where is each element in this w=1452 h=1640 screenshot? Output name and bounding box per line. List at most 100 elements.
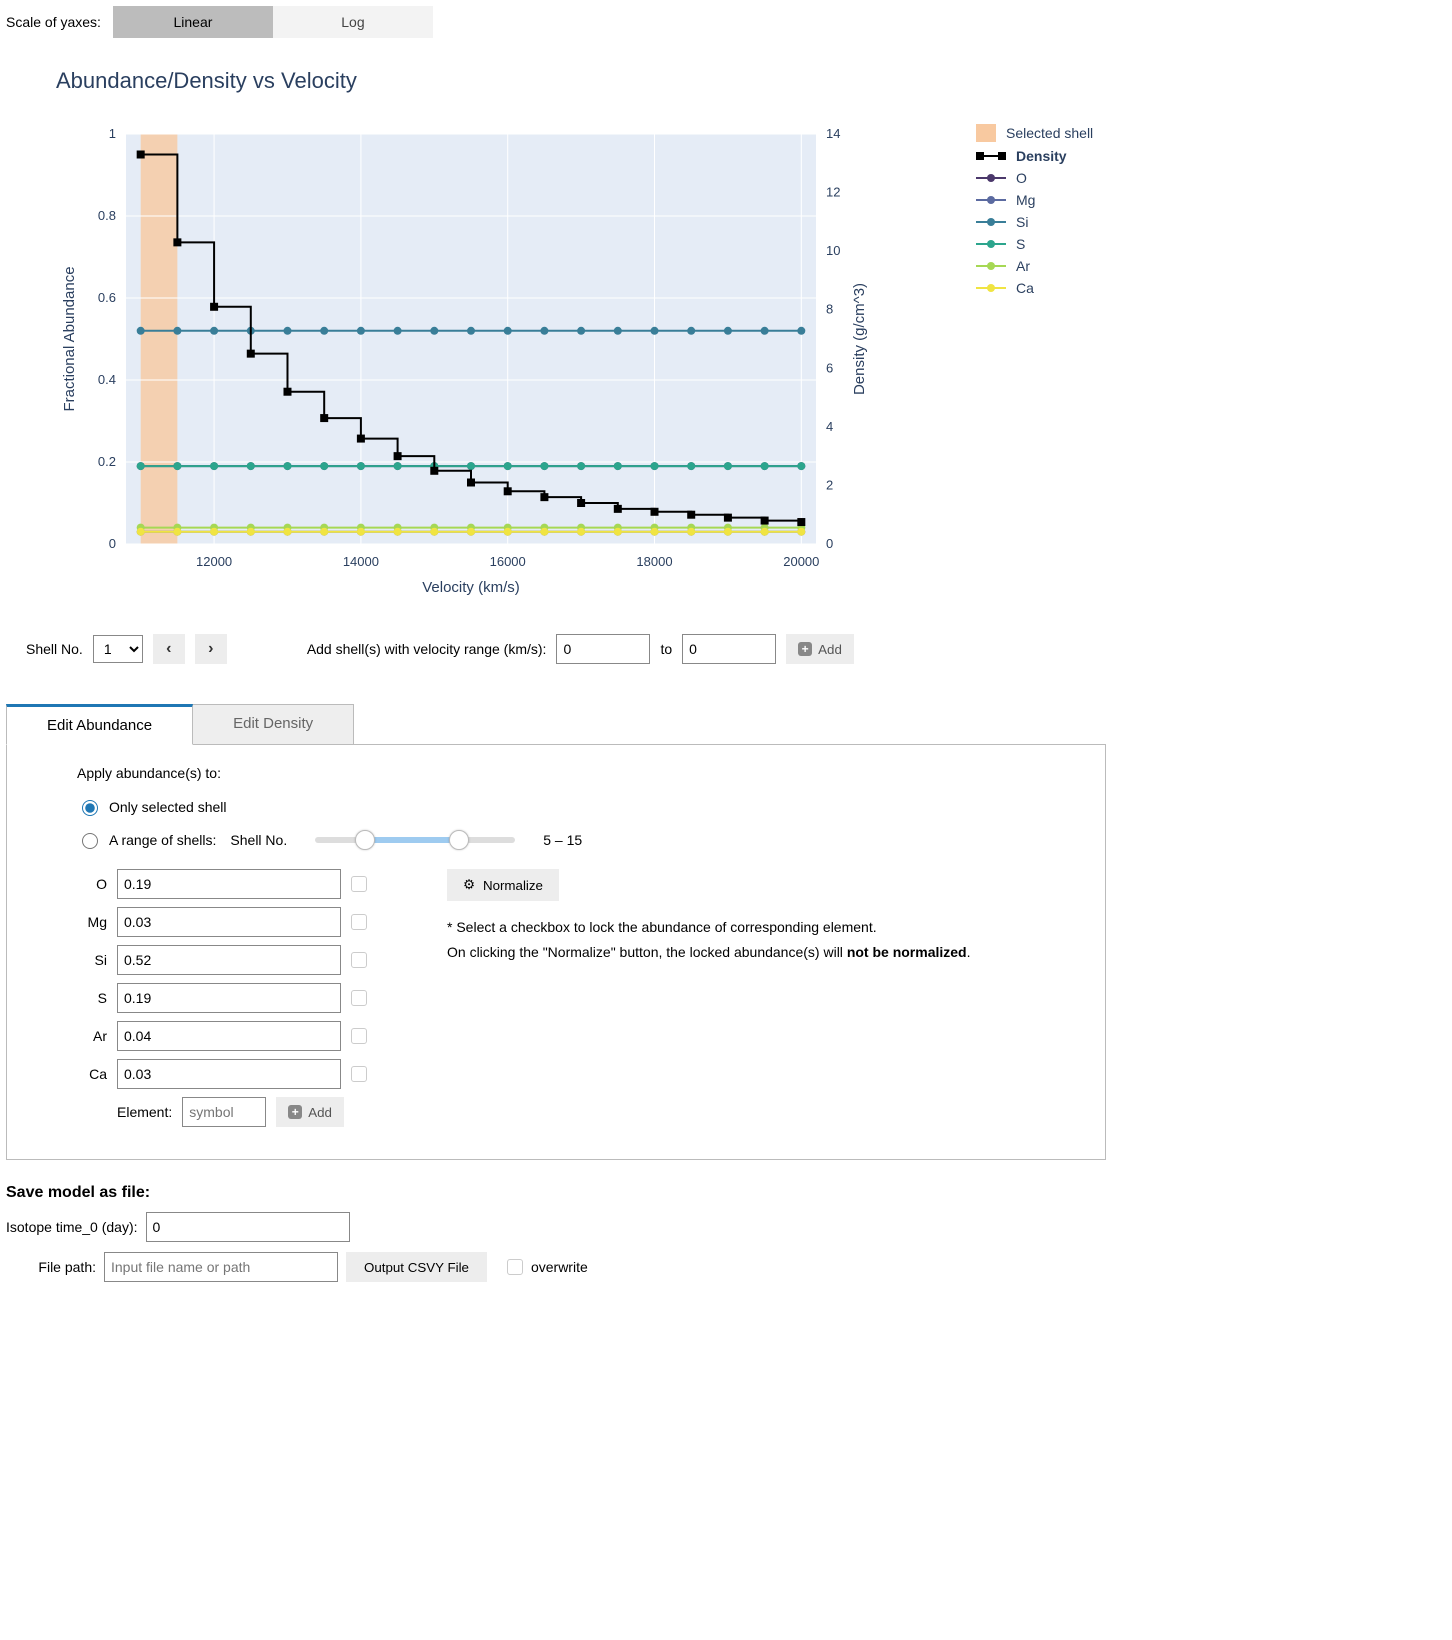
filepath-label: File path: [6, 1259, 96, 1275]
legend-marker-ar-icon [976, 265, 1006, 267]
legend-swatch-shell [976, 124, 996, 142]
velocity-to-input[interactable] [682, 634, 776, 664]
overwrite-checkbox[interactable] [507, 1259, 523, 1275]
radio-only-selected[interactable] [82, 800, 98, 816]
normalize-button[interactable]: ⚙ Normalize [447, 869, 559, 901]
add-element-input[interactable] [182, 1097, 266, 1127]
abundance-row-ar: Ar [77, 1021, 367, 1051]
legend-selected-shell[interactable]: Selected shell [976, 124, 1093, 142]
hint-lock: * Select a checkbox to lock the abundanc… [447, 915, 971, 940]
tab-panel: Apply abundance(s) to: Only selected she… [6, 744, 1106, 1160]
range-values-text: 5 – 15 [543, 832, 582, 848]
add-shell-label: Add shell(s) with velocity range (km/s): [307, 641, 547, 657]
abundance-label-mg: Mg [77, 914, 107, 930]
abundance-label-ca: Ca [77, 1066, 107, 1082]
range-thumb-high[interactable] [449, 830, 469, 850]
scale-log-button[interactable]: Log [273, 6, 433, 38]
svg-text:0: 0 [109, 536, 116, 551]
isotope-input[interactable] [146, 1212, 350, 1242]
plus-icon: + [798, 642, 812, 656]
legend-ar[interactable]: Ar [976, 258, 1093, 274]
tab-edit-abundance[interactable]: Edit Abundance [6, 704, 193, 745]
add-element-label: Element: [117, 1104, 172, 1120]
abundance-label-o: O [77, 876, 107, 892]
svg-text:12000: 12000 [196, 554, 232, 569]
svg-text:0.2: 0.2 [98, 454, 116, 469]
legend-marker-si-icon [976, 221, 1006, 223]
legend-ca[interactable]: Ca [976, 280, 1093, 296]
abundance-lock-si[interactable] [351, 952, 367, 968]
chart-plot[interactable]: 00.20.40.60.8102468101214120001400016000… [56, 124, 876, 604]
scale-linear-button[interactable]: Linear [113, 6, 273, 38]
abundance-lock-s[interactable] [351, 990, 367, 1006]
svg-text:20000: 20000 [783, 554, 819, 569]
yaxis-scale-control: Scale of yaxes: Linear Log [6, 6, 1446, 38]
abundance-input-mg[interactable] [117, 907, 341, 937]
to-label: to [660, 641, 672, 657]
svg-text:12: 12 [826, 185, 840, 200]
legend-density[interactable]: Density [976, 148, 1093, 164]
add-shell-button[interactable]: + Add [786, 634, 854, 664]
svg-text:14000: 14000 [343, 554, 379, 569]
filepath-input[interactable] [104, 1252, 338, 1282]
svg-text:14: 14 [826, 126, 840, 141]
scale-label: Scale of yaxes: [6, 14, 101, 30]
svg-text:10: 10 [826, 243, 840, 258]
svg-text:Density (g/cm^3): Density (g/cm^3) [851, 283, 868, 395]
shell-prev-button[interactable]: ‹ [153, 634, 185, 664]
velocity-from-input[interactable] [556, 634, 650, 664]
chart-legend: Selected shell Density O Mg Si S Ar Ca [976, 124, 1093, 604]
radio-range[interactable] [82, 833, 98, 849]
abundance-lock-ca[interactable] [351, 1066, 367, 1082]
shell-no-label: Shell No. [26, 641, 83, 657]
gear-icon: ⚙ [463, 877, 475, 893]
legend-marker-mg-icon [976, 199, 1006, 201]
legend-si[interactable]: Si [976, 214, 1093, 230]
abundance-lock-mg[interactable] [351, 914, 367, 930]
tab-edit-density[interactable]: Edit Density [192, 704, 354, 745]
shell-range-slider[interactable] [315, 837, 515, 843]
shell-no-select[interactable]: 1 [93, 635, 143, 663]
chart-title: Abundance/Density vs Velocity [56, 68, 1446, 94]
scale-toggle: Linear Log [113, 6, 433, 38]
abundance-lock-o[interactable] [351, 876, 367, 892]
svg-text:1: 1 [109, 126, 116, 141]
plus-icon: + [288, 1105, 302, 1119]
abundance-input-ca[interactable] [117, 1059, 341, 1089]
add-element-button[interactable]: +Add [276, 1097, 344, 1127]
output-csvy-button[interactable]: Output CSVY File [346, 1252, 487, 1282]
legend-marker-s-icon [976, 243, 1006, 245]
save-title: Save model as file: [6, 1184, 150, 1201]
legend-marker-o-icon [976, 177, 1006, 179]
abundance-label-si: Si [77, 952, 107, 968]
legend-mg[interactable]: Mg [976, 192, 1093, 208]
legend-marker-ca-icon [976, 287, 1006, 289]
range-shell-label: Shell No. [230, 832, 287, 848]
svg-text:16000: 16000 [490, 554, 526, 569]
abundance-label-ar: Ar [77, 1028, 107, 1044]
shell-next-button[interactable]: › [195, 634, 227, 664]
abundance-row-si: Si [77, 945, 367, 975]
legend-s[interactable]: S [976, 236, 1093, 252]
tabbar: Edit Abundance Edit Density [6, 704, 1106, 745]
isotope-label: Isotope time_0 (day): [6, 1219, 138, 1235]
abundance-row-o: O [77, 869, 367, 899]
svg-text:0.4: 0.4 [98, 372, 116, 387]
svg-text:0.6: 0.6 [98, 290, 116, 305]
svg-text:6: 6 [826, 360, 833, 375]
abundance-input-s[interactable] [117, 983, 341, 1013]
svg-text:Velocity (km/s): Velocity (km/s) [422, 579, 520, 596]
abundance-input-o[interactable] [117, 869, 341, 899]
range-thumb-low[interactable] [355, 830, 375, 850]
abundance-label-s: S [77, 990, 107, 1006]
abundance-input-ar[interactable] [117, 1021, 341, 1051]
svg-text:0.8: 0.8 [98, 208, 116, 223]
abundance-input-si[interactable] [117, 945, 341, 975]
abundance-lock-ar[interactable] [351, 1028, 367, 1044]
legend-o[interactable]: O [976, 170, 1093, 186]
abundance-row-ca: Ca [77, 1059, 367, 1089]
svg-text:Fractional Abundance: Fractional Abundance [61, 266, 78, 411]
hint-normalize: On clicking the "Normalize" button, the … [447, 940, 971, 965]
abundance-row-mg: Mg [77, 907, 367, 937]
svg-text:8: 8 [826, 302, 833, 317]
